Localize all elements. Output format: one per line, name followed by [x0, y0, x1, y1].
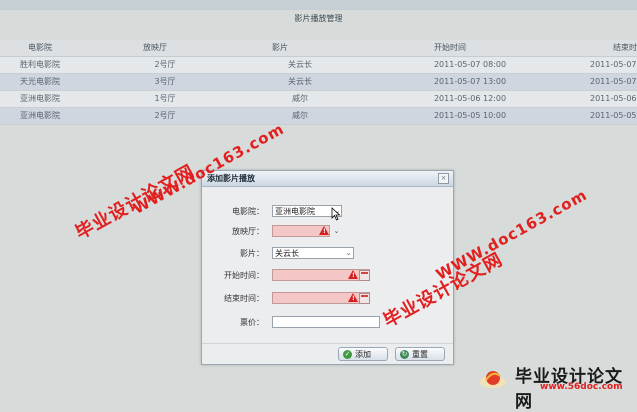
cell-end: 2011-05-07	[590, 77, 637, 86]
brand-url: www.56doc.com	[540, 382, 623, 392]
movie-select[interactable]: 关云长	[272, 247, 354, 259]
chevron-down-icon[interactable]: ⌄	[332, 226, 341, 236]
cell-cinema: 胜利电影院	[20, 60, 60, 69]
col-header-end[interactable]: 结束时	[570, 40, 637, 56]
calendar-icon[interactable]	[359, 293, 370, 304]
warning-icon: !	[348, 293, 358, 302]
close-icon[interactable]: ×	[438, 173, 449, 184]
cell-start: 2011-05-07 08:00	[433, 60, 507, 69]
brand-logo-icon	[480, 371, 506, 388]
hall-row: 放映厅： ! ⌄	[202, 225, 453, 238]
cell-hall: 3号厅	[154, 77, 176, 86]
refresh-icon: ↻	[400, 350, 409, 359]
add-button-label: 添加	[355, 350, 371, 359]
table-row[interactable]: 亚洲电影院 1号厅 威尔 2011-05-06 12:00 2011-05-06	[0, 91, 637, 108]
brand-logo-block: 毕业设计论文网 www.56doc.com	[470, 360, 637, 412]
start-time-label: 开始时间：	[224, 271, 264, 280]
dialog-title[interactable]: 添加影片播放	[202, 171, 453, 187]
calendar-icon[interactable]	[359, 270, 370, 281]
warning-icon: !	[348, 270, 358, 279]
col-header-start[interactable]: 开始时间	[330, 40, 570, 56]
col-header-hall[interactable]: 放映厅	[80, 40, 230, 56]
price-input[interactable]	[272, 316, 380, 328]
table-row[interactable]: 胜利电影院 2号厅 关云长 2011-05-07 08:00 2011-05-0…	[0, 57, 637, 74]
cell-start: 2011-05-07 13:00	[433, 77, 507, 86]
cell-movie: 关云长	[288, 77, 312, 86]
cell-end: 2011-05-05	[590, 111, 637, 120]
movie-row: 影片： 关云长 ⌄	[202, 247, 453, 260]
check-icon: ✓	[343, 350, 352, 359]
cell-end: 2011-05-07	[590, 60, 637, 69]
cell-hall: 1号厅	[154, 94, 176, 103]
chevron-down-icon[interactable]: ⌄	[344, 248, 353, 258]
dialog-footer: ✓ 添加 ↻ 重置	[202, 343, 453, 364]
top-bar	[0, 0, 637, 10]
cell-cinema: 亚洲电影院	[20, 111, 60, 120]
add-button[interactable]: ✓ 添加	[338, 347, 388, 361]
end-time-label: 结束时间：	[224, 294, 264, 303]
cell-movie: 威尔	[292, 94, 308, 103]
reset-button-label: 重置	[412, 350, 428, 359]
mouse-cursor-icon	[331, 207, 341, 221]
cinema-row: 电影院： 亚洲电影院 ⌄	[202, 205, 453, 218]
cell-cinema: 亚洲电影院	[20, 94, 60, 103]
cell-cinema: 天光电影院	[20, 77, 60, 86]
cell-start: 2011-05-06 12:00	[433, 94, 507, 103]
table-row[interactable]: 亚洲电影院 2号厅 威尔 2011-05-05 10:00 2011-05-05	[0, 108, 637, 125]
col-header-movie[interactable]: 影片	[230, 40, 330, 56]
panel-title: 影片播放管理	[294, 14, 343, 23]
hall-label: 放映厅：	[232, 227, 264, 236]
add-screening-dialog: 添加影片播放 × 电影院： 亚洲电影院 ⌄ 放映厅： ! ⌄ 影片： 关云长 ⌄…	[201, 170, 454, 365]
warning-icon: !	[319, 226, 329, 235]
cell-end: 2011-05-06	[590, 94, 637, 103]
table-row[interactable]: 天光电影院 3号厅 关云长 2011-05-07 13:00 2011-05-0…	[0, 74, 637, 91]
cell-hall: 2号厅	[154, 111, 176, 120]
schedule-grid: 电影院 放映厅 影片 开始时间 结束时 胜利电影院 2号厅 关云长 2011-0…	[0, 40, 637, 125]
cell-movie: 关云长	[288, 60, 312, 69]
price-label: 票价：	[240, 318, 264, 327]
movie-label: 影片：	[240, 249, 264, 258]
watermark-url: WWW.doc163.com	[433, 185, 591, 284]
grid-header: 电影院 放映厅 影片 开始时间 结束时	[0, 40, 637, 57]
cell-start: 2011-05-05 10:00	[433, 111, 507, 120]
cell-hall: 2号厅	[154, 60, 176, 69]
start-time-row: 开始时间： !	[202, 269, 453, 282]
col-header-cinema[interactable]: 电影院	[0, 40, 80, 56]
cell-movie: 威尔	[292, 111, 308, 120]
cinema-label: 电影院：	[232, 207, 264, 216]
reset-button[interactable]: ↻ 重置	[395, 347, 445, 361]
